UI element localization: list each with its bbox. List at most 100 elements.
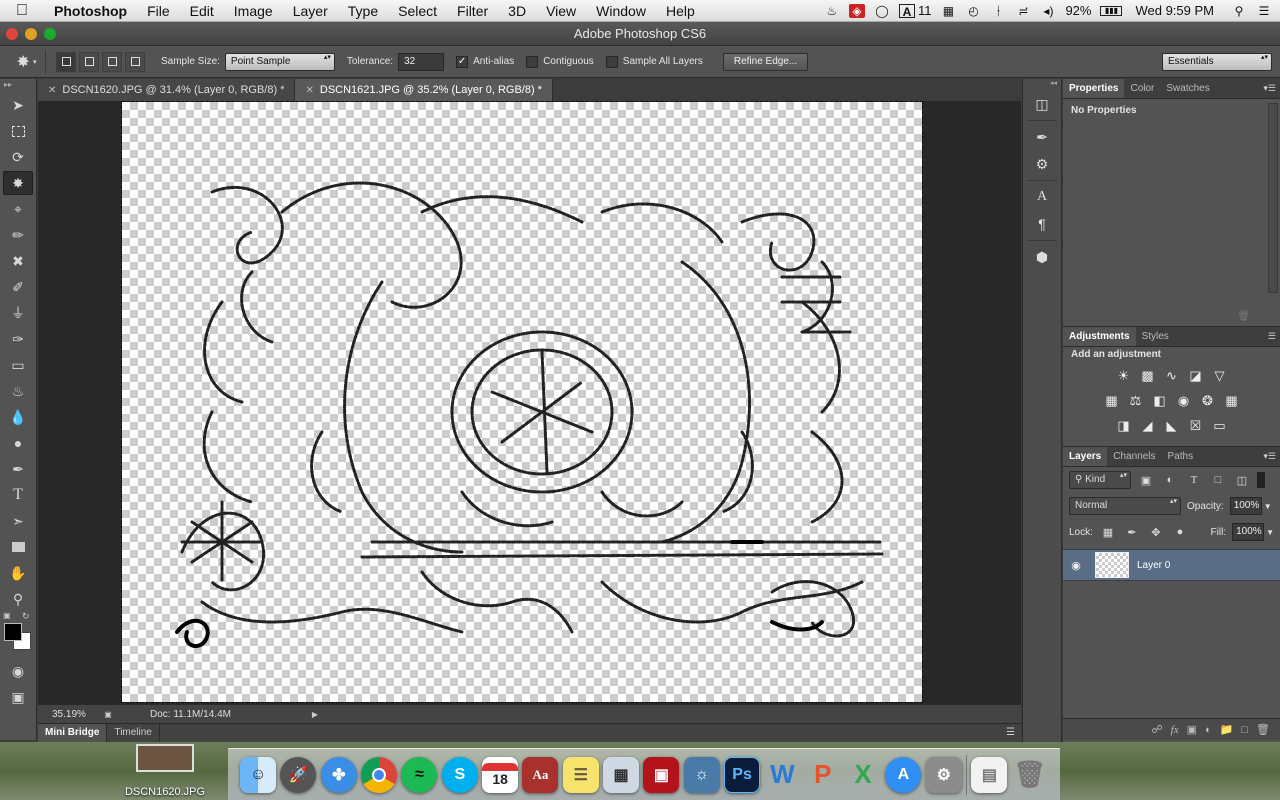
notification-bell-icon[interactable]: ♨: [824, 4, 840, 18]
antialias-checkbox[interactable]: ✓: [456, 55, 469, 68]
close-window-button[interactable]: [6, 28, 18, 40]
close-tab-icon[interactable]: ✕: [305, 85, 313, 96]
desktop-file-label[interactable]: DSCN1620.JPG: [118, 786, 212, 798]
healing-brush-tool-icon[interactable]: ✖: [3, 249, 33, 273]
magic-wand-tool-icon[interactable]: ✸: [3, 171, 33, 195]
selective-color-icon[interactable]: ☒: [1187, 417, 1205, 435]
panel-menu-icon[interactable]: ▾☰: [1263, 83, 1276, 94]
zoom-window-button[interactable]: [44, 28, 56, 40]
menu-layer[interactable]: Layer: [283, 3, 338, 19]
word-icon[interactable]: W: [764, 757, 800, 793]
sample-all-layers-checkbox[interactable]: [605, 55, 618, 68]
trash-icon[interactable]: 🗑: [1012, 757, 1048, 793]
hand-tool-icon[interactable]: ✋: [3, 561, 33, 585]
new-selection-button[interactable]: [56, 51, 76, 72]
threshold-icon[interactable]: ◣: [1163, 417, 1181, 435]
collapse-dock-icon[interactable]: ◂◂: [1023, 79, 1061, 89]
panel-scrollbar[interactable]: [1268, 103, 1278, 293]
lasso-tool-icon[interactable]: ⟳: [3, 145, 33, 169]
paint-bucket-tool-icon[interactable]: ♨: [3, 379, 33, 403]
menu-window[interactable]: Window: [586, 3, 656, 19]
opacity-dropdown-icon[interactable]: ▼: [1264, 502, 1272, 511]
tab-timeline[interactable]: Timeline: [107, 724, 160, 742]
exposure-icon[interactable]: ◪: [1187, 367, 1205, 385]
filter-type-icon[interactable]: T: [1185, 472, 1203, 488]
brush-tool-icon[interactable]: ✐: [3, 275, 33, 299]
adobe-app-icon[interactable]: ◈: [848, 3, 865, 18]
eraser-tool-icon[interactable]: ▭: [3, 353, 33, 377]
filter-pixel-icon[interactable]: ▣: [1137, 472, 1155, 488]
document-canvas[interactable]: [121, 101, 923, 703]
sync-circle-icon[interactable]: ◯: [874, 4, 890, 18]
posterize-icon[interactable]: ◢: [1139, 417, 1157, 435]
blend-mode-select[interactable]: Normal: [1069, 497, 1181, 515]
black-white-icon[interactable]: ◧: [1151, 392, 1169, 410]
screen-mode-icon[interactable]: ▣: [3, 685, 33, 709]
subtract-from-selection-button[interactable]: [102, 51, 122, 72]
tab-swatches[interactable]: Swatches: [1160, 79, 1215, 98]
gradient-map-icon[interactable]: ▭: [1211, 417, 1229, 435]
new-layer-icon[interactable]: □: [1241, 724, 1248, 736]
tab-channels[interactable]: Channels: [1107, 447, 1161, 466]
menubar-clock[interactable]: Wed 9:59 PM: [1135, 3, 1214, 18]
blur-tool-icon[interactable]: 💧: [3, 405, 33, 429]
tab-mini-bridge[interactable]: Mini Bridge: [38, 724, 108, 742]
curves-icon[interactable]: ∿: [1163, 367, 1181, 385]
stickies-icon[interactable]: ☰: [562, 756, 599, 793]
tab-properties[interactable]: Properties: [1063, 79, 1125, 98]
marquee-tool-icon[interactable]: [3, 119, 33, 143]
filter-toggle-icon[interactable]: [1257, 472, 1265, 488]
finder-icon[interactable]: ☺: [240, 756, 277, 793]
preview-icon[interactable]: ▦: [603, 756, 640, 793]
link-layers-icon[interactable]: ☍: [1152, 723, 1163, 736]
lock-pixels-icon[interactable]: ✒: [1123, 524, 1141, 540]
menu-view[interactable]: View: [536, 3, 586, 19]
layer-style-fx-icon[interactable]: fx: [1171, 724, 1179, 736]
minimize-window-button[interactable]: [25, 28, 37, 40]
lock-position-icon[interactable]: ✥: [1147, 524, 1165, 540]
contiguous-option[interactable]: Contiguous: [526, 55, 594, 68]
image-capture-icon[interactable]: ☼: [683, 756, 720, 793]
tool-presets-icon[interactable]: ⚙: [1029, 152, 1055, 176]
tab-color[interactable]: Color: [1124, 79, 1160, 98]
dodge-tool-icon[interactable]: ●: [3, 431, 33, 455]
close-tab-icon[interactable]: ✕: [48, 85, 56, 96]
time-machine-icon[interactable]: ◴: [965, 4, 981, 18]
spotlight-search-icon[interactable]: ⚲: [1231, 4, 1247, 18]
brush-presets-icon[interactable]: ✒: [1029, 125, 1055, 149]
apple-icon[interactable]: : [0, 2, 44, 20]
menu-help[interactable]: Help: [656, 3, 705, 19]
swap-colors-icon[interactable]: ↻: [22, 611, 30, 622]
menu-filter[interactable]: Filter: [447, 3, 498, 19]
menu-select[interactable]: Select: [388, 3, 447, 19]
status-menu-arrow-icon[interactable]: ▶: [307, 707, 323, 721]
layer-row[interactable]: ◉ Layer 0: [1063, 549, 1280, 581]
invert-icon[interactable]: ◨: [1115, 417, 1133, 435]
chrome-icon[interactable]: [361, 756, 398, 793]
sample-all-layers-option[interactable]: Sample All Layers: [605, 55, 703, 68]
add-to-selection-button[interactable]: [79, 51, 99, 72]
dictionary-icon[interactable]: Aa: [522, 756, 559, 793]
notification-center-icon[interactable]: ☰: [1256, 4, 1272, 18]
photo-filter-icon[interactable]: ◉: [1175, 392, 1193, 410]
lock-all-icon[interactable]: ●: [1171, 524, 1189, 540]
filter-smart-object-icon[interactable]: ◫: [1233, 472, 1251, 488]
photoshop-icon[interactable]: Ps: [724, 756, 761, 793]
tab-styles[interactable]: Styles: [1136, 327, 1175, 346]
filter-shape-icon[interactable]: □: [1209, 472, 1227, 488]
panel-menu-icon[interactable]: ▾☰: [1263, 451, 1276, 462]
contiguous-checkbox[interactable]: [526, 55, 539, 68]
desktop-file-thumbnail[interactable]: [136, 744, 194, 772]
menu-image[interactable]: Image: [224, 3, 283, 19]
new-adjustment-layer-icon[interactable]: ◐: [1205, 724, 1212, 736]
channel-mixer-icon[interactable]: ❂: [1199, 392, 1217, 410]
panel-menu-icon[interactable]: ☰: [1268, 331, 1276, 342]
document-tab-dscn1621[interactable]: ✕ DSCN1621.JPG @ 35.2% (Layer 0, RGB/8) …: [295, 79, 553, 101]
wifi-icon[interactable]: ≓: [1015, 4, 1031, 18]
zoom-level[interactable]: 35.19%: [38, 709, 100, 720]
3d-panel-icon[interactable]: ⬢: [1029, 245, 1055, 269]
system-preferences-icon[interactable]: ⚙: [925, 756, 962, 793]
opacity-input[interactable]: 100%: [1229, 497, 1262, 515]
volume-icon[interactable]: ◂): [1040, 4, 1056, 18]
clipboard-icon[interactable]: ▦: [940, 4, 956, 18]
